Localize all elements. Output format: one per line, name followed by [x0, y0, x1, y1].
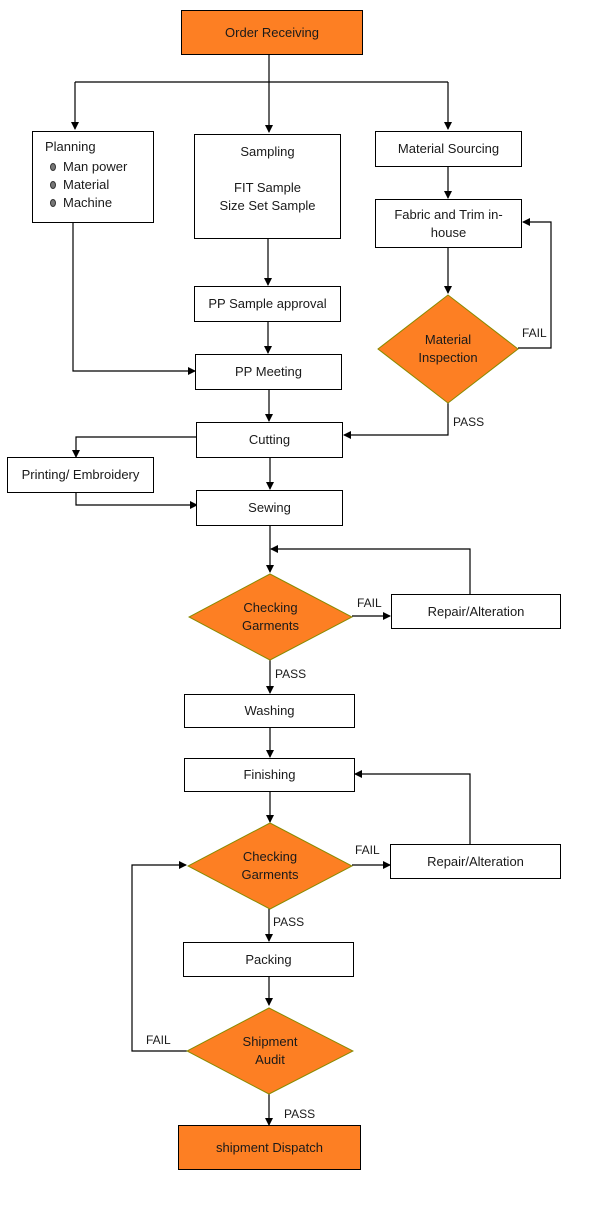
- label-material-inspection-fail: FAIL: [522, 326, 547, 340]
- node-sampling: Sampling FIT Sample Size Set Sample: [194, 134, 341, 239]
- sampling-title: Sampling: [240, 144, 295, 159]
- node-printing-embroidery: Printing/ Embroidery: [7, 457, 154, 493]
- node-label: PP Sample approval: [208, 296, 327, 311]
- decision-label: Checking: [242, 849, 298, 864]
- decision-checking-garments-1: Checking Garments: [188, 573, 353, 661]
- planning-title: Planning: [45, 139, 96, 154]
- sampling-line: Size Set Sample: [219, 198, 316, 213]
- node-label: Material Sourcing: [397, 141, 500, 156]
- node-pp-meeting: PP Meeting: [195, 354, 342, 390]
- edge-planning-to-pp-meeting: [72, 222, 196, 375]
- node-label: Order Receiving: [225, 24, 319, 40]
- decision-checking-garments-2: Checking Garments: [187, 822, 353, 910]
- node-label: Washing: [244, 703, 295, 718]
- node-repair-alteration-1: Repair/Alteration: [391, 594, 561, 629]
- node-label: Repair/Alteration: [427, 853, 524, 869]
- decision-label: Garments: [241, 618, 300, 633]
- edge-printing-to-sewing: [75, 492, 198, 509]
- edge-audit-fail-loop: [131, 861, 187, 1052]
- decision-material-inspection: Material Inspection: [377, 294, 519, 404]
- node-cutting: Cutting: [196, 422, 343, 458]
- label-audit-fail: FAIL: [146, 1033, 171, 1047]
- node-material-sourcing: Material Sourcing: [375, 131, 522, 167]
- node-planning: Planning Man power Material Machine: [32, 131, 154, 223]
- decision-label: Inspection: [418, 350, 478, 365]
- edge-inspection-pass-to-cutting: [343, 403, 449, 439]
- node-label: Printing/ Embroidery: [21, 467, 140, 482]
- node-pp-sample-approval: PP Sample approval: [194, 286, 341, 322]
- node-order-receiving: Order Receiving: [181, 10, 363, 55]
- node-label: Sewing: [248, 500, 291, 515]
- node-label: Repair/Alteration: [427, 603, 525, 619]
- decision-label: Material: [424, 332, 472, 347]
- planning-item: Machine: [49, 194, 127, 212]
- label-checking-2-pass: PASS: [273, 915, 305, 929]
- decision-label: Shipment: [242, 1034, 298, 1049]
- node-washing: Washing: [184, 694, 355, 728]
- decision-shipment-audit: Shipment Audit: [186, 1007, 354, 1095]
- node-label: house: [430, 224, 467, 240]
- edge-repair-2-loop: [354, 770, 471, 844]
- label-audit-pass: PASS: [284, 1107, 316, 1121]
- node-sewing: Sewing: [196, 490, 343, 526]
- label-checking-1-pass: PASS: [275, 667, 307, 681]
- node-label: Finishing: [243, 767, 296, 782]
- label-checking-2-fail: FAIL: [355, 843, 380, 857]
- planning-list: Man power Material Machine: [45, 158, 127, 212]
- node-shipment-dispatch: shipment Dispatch: [178, 1125, 361, 1170]
- node-repair-alteration-2: Repair/Alteration: [390, 844, 561, 879]
- sampling-line: FIT Sample: [234, 180, 301, 195]
- node-packing: Packing: [183, 942, 354, 977]
- decision-label: Audit: [255, 1052, 285, 1067]
- planning-item: Man power: [49, 159, 128, 174]
- node-label: Packing: [245, 951, 292, 967]
- decision-label: Checking: [243, 600, 298, 615]
- node-label: PP Meeting: [235, 364, 302, 379]
- node-finishing: Finishing: [184, 758, 355, 792]
- node-fabric-trim-inhouse: Fabric and Trim in- house: [375, 199, 522, 248]
- label-material-inspection-pass: PASS: [453, 415, 485, 429]
- edge-cutting-to-printing: [72, 436, 197, 458]
- planning-item: Material: [49, 176, 127, 194]
- node-label: shipment Dispatch: [216, 1139, 323, 1155]
- node-label: Cutting: [248, 432, 291, 447]
- node-label: Fabric and Trim in-: [394, 206, 503, 222]
- decision-label: Garments: [241, 867, 299, 882]
- label-checking-1-fail: FAIL: [357, 596, 382, 610]
